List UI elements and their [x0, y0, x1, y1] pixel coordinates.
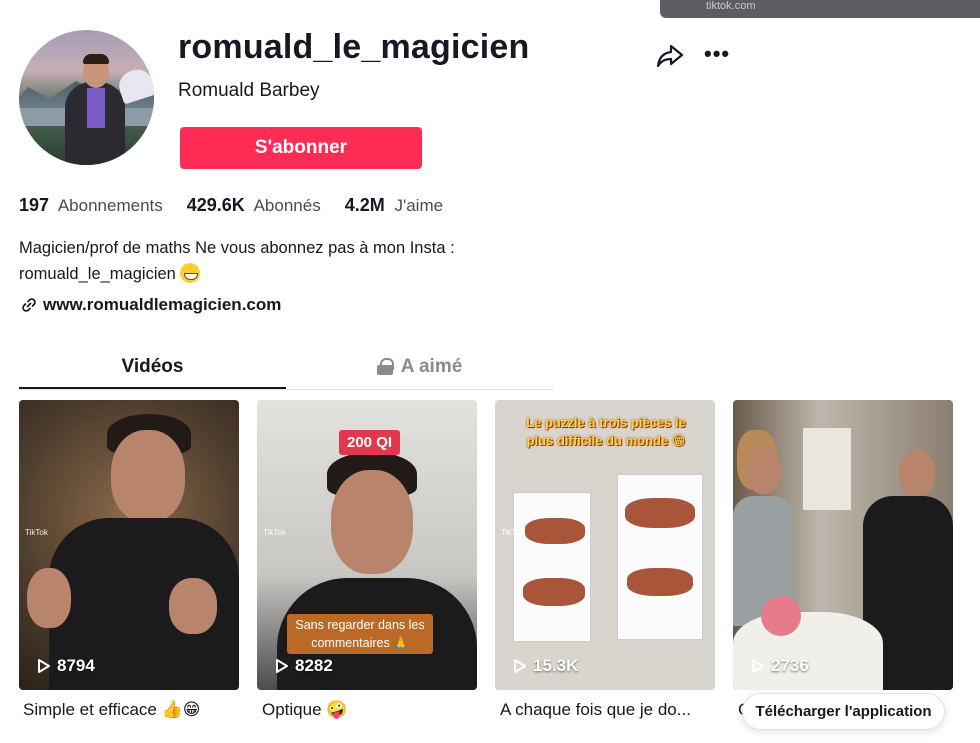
profile-link[interactable]: www.romualdlemagicien.com [21, 295, 281, 315]
video-card[interactable]: 200 QI Sans regarder dans les commentair… [257, 400, 477, 690]
video-caption[interactable]: Optique 🤪 [262, 700, 347, 720]
video-card[interactable]: 2736 [733, 400, 953, 690]
video-tag-top: 200 QI [339, 430, 401, 455]
stat-following-value: 197 [19, 195, 50, 215]
follow-button[interactable]: S'abonner [180, 127, 422, 169]
video-caption[interactable]: A chaque fois que je do... [500, 700, 691, 720]
lock-icon [376, 358, 394, 375]
profile-avatar [19, 30, 154, 165]
video-card[interactable]: Le puzzle à trois pièces le plus diffici… [495, 400, 715, 690]
play-count-value: 2736 [771, 656, 809, 675]
play-icon [276, 659, 288, 673]
share-icon[interactable] [655, 42, 685, 70]
profile-username: romuald_le_magicien [178, 28, 530, 66]
stat-followers-value: 429.6K [186, 195, 245, 215]
bio-line-2-wrap: romuald_le_magicien [19, 261, 539, 287]
stat-followers-label: Abonnés [253, 196, 321, 215]
play-count: 2736 [751, 656, 809, 676]
play-count: 8282 [275, 656, 333, 676]
stat-following: 197 Abonnements [19, 195, 163, 216]
download-app-button[interactable]: Télécharger l'application [742, 693, 945, 730]
profile-stats: 197 Abonnements 429.6K Abonnés 4.2M J'ai… [19, 195, 443, 216]
video-caption[interactable]: Simple et efficace 👍😁 [23, 700, 200, 720]
bio-line-2: romuald_le_magicien [19, 265, 176, 283]
tiktok-watermark: TikTok [501, 528, 524, 537]
play-icon [514, 659, 526, 673]
video-title-overlay: Le puzzle à trois pièces le plus diffici… [526, 415, 686, 448]
stat-likes: 4.2M J'aime [345, 195, 443, 216]
stat-likes-label: J'aime [394, 196, 444, 215]
play-icon [38, 659, 50, 673]
profile-nickname: Romuald Barbey [178, 80, 320, 101]
profile-link-text: www.romualdlemagicien.com [43, 295, 282, 314]
play-count-value: 8794 [57, 656, 95, 675]
video-card[interactable]: TikTok 8794 [19, 400, 239, 690]
play-count-value: 8282 [295, 656, 333, 675]
bio-line-1: Magicien/prof de maths Ne vous abonnez p… [19, 239, 455, 257]
stat-following-label: Abonnements [57, 196, 163, 215]
stat-followers: 429.6K Abonnés [187, 195, 321, 216]
tiktok-watermark: TikTok [263, 528, 286, 537]
stat-likes-value: 4.2M [344, 195, 385, 215]
profile-tabs: Vidéos A aimé [19, 344, 554, 390]
play-count: 15.3K [513, 656, 578, 676]
play-icon [752, 659, 764, 673]
tiktok-watermark: TikTok [25, 528, 48, 537]
more-options-icon[interactable]: ••• [704, 43, 734, 65]
play-count: 8794 [37, 656, 95, 676]
grin-emoji-icon [180, 263, 201, 283]
tab-videos[interactable]: Vidéos [19, 344, 286, 389]
tab-liked[interactable]: A aimé [286, 344, 553, 389]
url-tooltip: tiktok.com [660, 0, 980, 18]
tab-liked-label: A aimé [400, 355, 463, 377]
url-tooltip-text: tiktok.com [706, 0, 756, 12]
link-icon [22, 298, 36, 312]
video-tag-bottom: Sans regarder dans les commentaires 🙏 [287, 614, 433, 654]
play-count-value: 15.3K [533, 656, 579, 675]
profile-bio: Magicien/prof de maths Ne vous abonnez p… [19, 235, 539, 287]
cat-poster [803, 428, 851, 510]
